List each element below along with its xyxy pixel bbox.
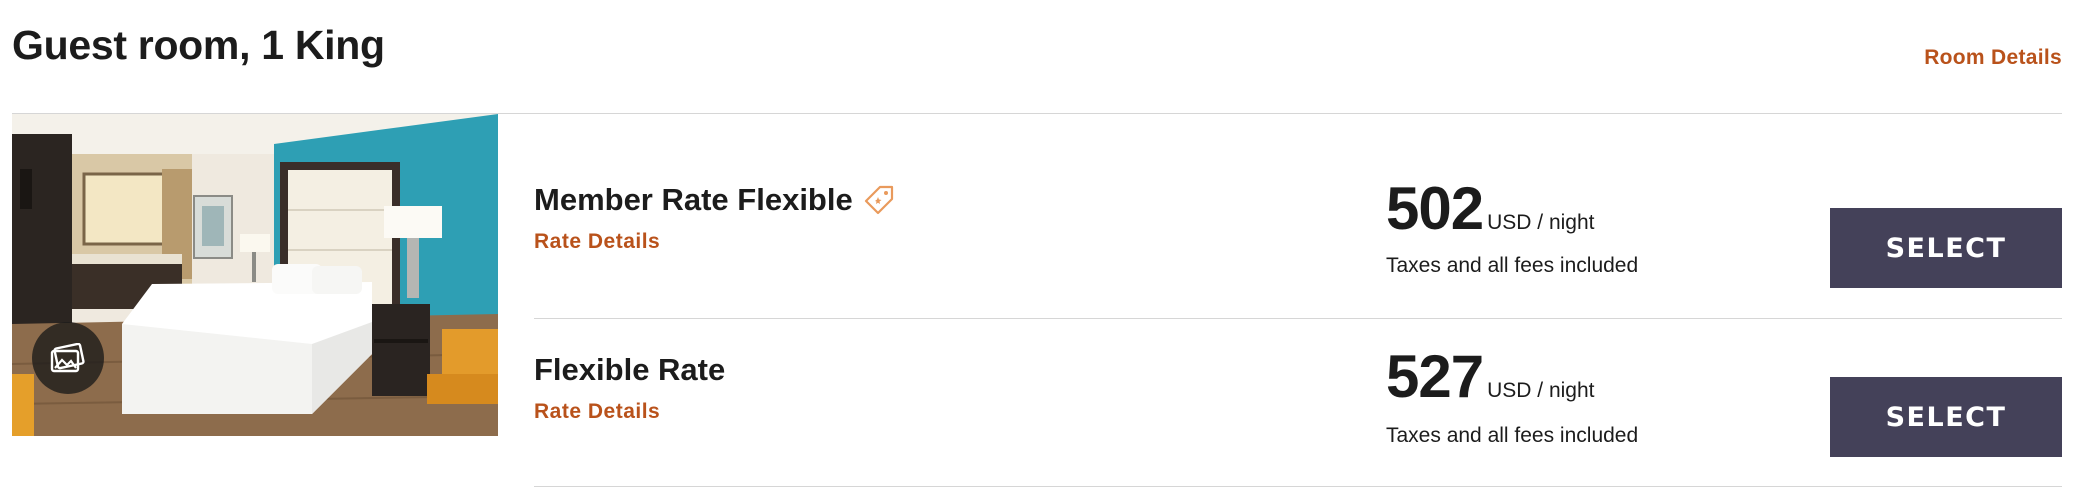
room-photo[interactable]: [12, 114, 498, 436]
member-tag-icon: [864, 185, 893, 215]
room-details-link[interactable]: Room Details: [1924, 46, 2062, 70]
price-note: Taxes and all fees included: [1386, 254, 1639, 277]
price-amount: 502: [1386, 175, 1484, 242]
rate-details-link[interactable]: Rate Details: [534, 230, 660, 254]
rate-name: Member Rate Flexible: [534, 182, 895, 218]
price-amount: 527: [1386, 343, 1484, 410]
price-block: 502 USD / night: [1386, 174, 1595, 243]
rate-row-flexible: Flexible Rate Rate Details 527 USD / nigh…: [534, 320, 2062, 488]
price-note: Taxes and all fees included: [1386, 424, 1639, 447]
room-card: Guest room, 1 King Room Details Member R…: [0, 0, 2078, 496]
select-button[interactable]: SELECT: [1830, 377, 2062, 457]
gallery-icon: [50, 343, 85, 373]
price-unit: USD / night: [1487, 211, 1595, 234]
rate-name-label: Flexible Rate: [534, 352, 726, 387]
gallery-button[interactable]: [32, 322, 104, 394]
rate-divider: [534, 486, 2062, 487]
rate-divider: [534, 318, 2062, 319]
price-unit: USD / night: [1487, 379, 1595, 402]
select-button[interactable]: SELECT: [1830, 208, 2062, 288]
price-block: 527 USD / night: [1386, 342, 1595, 411]
rate-row-member-flexible: Member Rate Flexible Rate Details 502 USD…: [534, 114, 2062, 288]
room-title: Guest room, 1 King: [12, 22, 385, 68]
rate-name: Flexible Rate: [534, 352, 725, 388]
rate-name-label: Member Rate Flexible: [534, 182, 853, 217]
rate-details-link[interactable]: Rate Details: [534, 400, 660, 424]
